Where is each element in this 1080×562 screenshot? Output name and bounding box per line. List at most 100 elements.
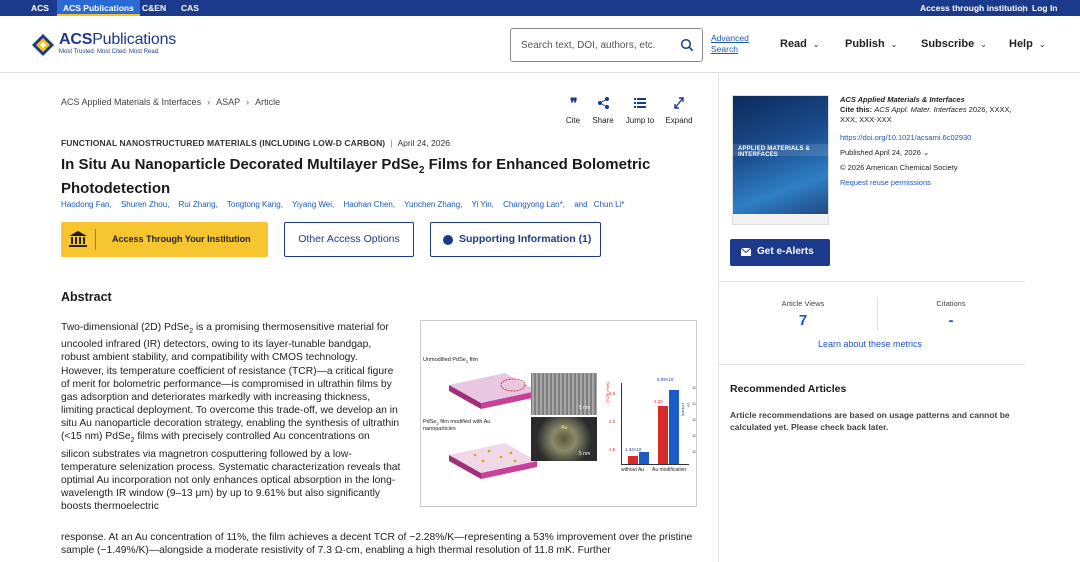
y-right-tick: 10 — [692, 433, 697, 438]
y-left-tick: 2.0 — [609, 419, 616, 424]
other-access-options-button[interactable]: Other Access Options — [284, 222, 414, 257]
chevron-down-icon: ⌄ — [812, 40, 820, 49]
share-button[interactable]: Share — [589, 96, 617, 125]
learn-metrics-link[interactable]: Learn about these metrics — [720, 339, 1020, 349]
abstract-text: Two-dimensional (2D) PdSe2 is a promisin… — [61, 322, 401, 513]
nav-publish[interactable]: Publish ⌄ — [845, 38, 897, 50]
author-list: Haodong Fan, Shuren Zhou, Rui Zhang, Ton… — [61, 200, 711, 209]
jump-to-button[interactable]: Jump to — [623, 96, 657, 125]
acs-logo-icon[interactable] — [31, 33, 55, 57]
divider — [719, 281, 1025, 282]
supporting-information-button[interactable]: Supporting Information (1) — [430, 222, 601, 257]
access-through-institution-button[interactable]: Access Through Your Institution — [61, 222, 268, 257]
topbar-link-cas[interactable]: CAS — [181, 0, 199, 16]
nav-help[interactable]: Help ⌄ — [1009, 38, 1046, 50]
author-link[interactable]: Haohan Chen, — [343, 200, 395, 209]
author-link[interactable]: Haodong Fan, — [61, 200, 112, 209]
y-right-tick: 10 — [692, 417, 697, 422]
envelope-icon — [741, 248, 751, 256]
toc-caption-modified: PdSe2 film modified with Au nanoparticle… — [423, 419, 491, 433]
breadcrumb-journal[interactable]: ACS Applied Materials & Interfaces — [61, 97, 201, 107]
search-input[interactable] — [521, 37, 671, 53]
journal-name[interactable]: ACS Applied Materials & Interfaces — [840, 95, 1020, 105]
y-right-title: D* (Jones) — [681, 403, 691, 417]
nav-subscribe[interactable]: Subscribe ⌄ — [921, 38, 987, 50]
logo-title[interactable]: ACSPublications — [59, 31, 176, 49]
recommended-text: Article recommendations are based on usa… — [730, 410, 1010, 432]
x-label-without: without Au — [621, 467, 645, 473]
au-label: Au — [561, 425, 568, 431]
metrics-divider — [877, 297, 878, 331]
share-icon — [598, 97, 609, 109]
get-e-alerts-button[interactable]: Get e-Alerts — [730, 239, 830, 266]
login-link[interactable]: Log In — [1032, 0, 1058, 16]
expand-button[interactable]: Expand — [663, 96, 695, 125]
toc-graphic[interactable]: Unmodified PdSe2 film 5 nm PdSe2 film mo… — [420, 320, 697, 507]
author-and: and — [574, 200, 588, 209]
author-link[interactable]: Yunchen Zhang, — [404, 200, 462, 209]
toc-bar-plot — [621, 383, 689, 465]
access-institution-link[interactable]: Access through institution — [920, 0, 1028, 16]
y-left-title: |TCR| (%/K) — [605, 381, 610, 403]
author-link[interactable]: Changyong Lan*, — [503, 200, 565, 209]
right-column-divider — [718, 73, 719, 562]
film-diagram-top — [449, 373, 537, 409]
cover-footer — [733, 214, 828, 224]
abstract-heading: Abstract — [61, 290, 112, 304]
search-box[interactable] — [510, 28, 703, 62]
x-label-au: Au modification — [652, 467, 687, 473]
citations-value: - — [948, 312, 954, 329]
topbar-link-cen[interactable]: C&EN — [142, 0, 166, 16]
divider — [719, 364, 1025, 365]
topbar-link-acs[interactable]: ACS — [31, 0, 49, 16]
citation-meta: ACS Applied Materials & Interfaces Cite … — [840, 95, 1020, 188]
doi-link[interactable]: https://doi.org/10.1021/acsami.6c02930 — [840, 133, 1020, 143]
advanced-search-link[interactable]: Advanced Search — [711, 33, 751, 55]
alerts-label: Get e-Alerts — [757, 246, 814, 257]
toc-caption-unmodified: Unmodified PdSe2 film — [423, 357, 479, 365]
button-divider — [95, 229, 96, 250]
article-views-value: 7 — [798, 312, 808, 329]
site-header: ACSPublications Most Trusted. Most Cited… — [0, 16, 1080, 73]
info-icon — [443, 235, 453, 245]
topbar-separator: | — [1022, 3, 1025, 13]
breadcrumb-asap[interactable]: ASAP — [216, 97, 240, 107]
journal-cover[interactable]: APPLIED MATERIALS & INTERFACES — [732, 95, 829, 225]
nav-read[interactable]: Read ⌄ — [780, 38, 820, 50]
supporting-info-label: Supporting Information (1) — [459, 233, 592, 245]
author-link[interactable]: Chun Li* — [594, 200, 625, 209]
cover-title: APPLIED MATERIALS & INTERFACES — [738, 146, 811, 158]
quote-icon: ❞ — [570, 96, 578, 112]
access-button-label: Access Through Your Institution — [112, 234, 251, 244]
bar-left-label: 1.34×10 — [625, 447, 642, 452]
chevron-right-icon: › — [207, 97, 211, 107]
copyright: © 2026 American Chemical Society — [840, 163, 958, 172]
author-link[interactable]: Shuren Zhou, — [121, 200, 169, 209]
article-section[interactable]: FUNCTIONAL NANOSTRUCTURED MATERIALS (INC… — [61, 138, 385, 148]
recommended-heading: Recommended Articles — [730, 383, 847, 395]
cite-button[interactable]: ❞ Cite — [561, 96, 585, 125]
article-title: In Situ Au Nanoparticle Decorated Multil… — [61, 156, 651, 197]
chevron-right-icon: › — [246, 97, 250, 107]
topbar-link-acs-publications[interactable]: ACS Publications — [57, 0, 140, 16]
published-date[interactable]: Published April 24, 2026 ⌄ — [840, 148, 1020, 158]
institution-icon — [69, 231, 87, 247]
cite-this: Cite this: ACS Appl. Mater. Interfaces 2… — [840, 105, 1012, 124]
author-link[interactable]: Tongtong Kang, — [227, 200, 283, 209]
y-left-tick: 1.5 — [609, 447, 616, 452]
chevron-down-icon: ⌄ — [923, 148, 930, 157]
bar-mid-label: 2.28 — [654, 399, 663, 404]
chevron-down-icon: ⌄ — [890, 40, 898, 49]
scale-label-bottom: 5 nm — [579, 451, 591, 457]
search-icon[interactable] — [680, 38, 694, 52]
y-right-tick: 10 — [692, 449, 697, 454]
author-link[interactable]: Rui Zhang, — [179, 200, 218, 209]
bar-red-without — [628, 456, 638, 464]
author-link[interactable]: Yi Yin, — [472, 200, 494, 209]
reuse-permissions-link[interactable]: Request reuse permissions — [840, 178, 1020, 188]
bar-blue-without — [639, 452, 649, 464]
top-bar: ACS ACS Publications C&EN CAS Access thr… — [0, 0, 1080, 16]
author-link[interactable]: Yiyang Wei, — [292, 200, 334, 209]
citations-label: Citations — [936, 299, 966, 308]
expand-icon — [674, 97, 684, 109]
